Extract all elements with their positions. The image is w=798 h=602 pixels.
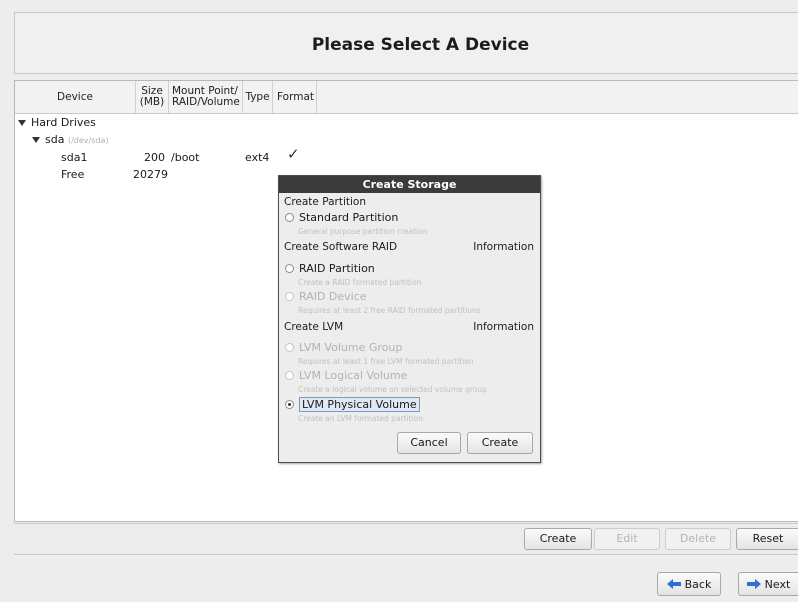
radio-raid-device: RAID Device (285, 289, 367, 303)
edit-button: Edit (594, 528, 660, 550)
column-device[interactable]: Device (15, 81, 136, 113)
table-row[interactable]: sda1 200 /boot ext4 ✓ (15, 146, 315, 166)
delete-button: Delete (665, 528, 731, 550)
radio-circle-icon[interactable] (285, 212, 294, 222)
cancel-button[interactable]: Cancel (397, 432, 461, 454)
radio-label: LVM Physical Volume (299, 396, 420, 412)
radio-label: Standard Partition (299, 210, 399, 224)
raid-information-link[interactable]: Information (473, 241, 534, 253)
expander-icon[interactable] (18, 120, 26, 126)
column-mount[interactable]: Mount Point/RAID/Volume (169, 81, 243, 113)
column-type[interactable]: Type (243, 81, 273, 113)
hint-text: General purpose partition creation (298, 227, 428, 236)
device-actions-bar: Create Edit Delete Reset (14, 523, 798, 555)
disk-path: (/dev/sda) (67, 136, 109, 145)
next-label: Next (764, 577, 791, 591)
page-header: Please Select A Device (14, 12, 798, 74)
disk-name: sda (45, 133, 65, 146)
hint-text: Requires at least 1 free LVM formated pa… (298, 357, 474, 366)
column-device-label: Device (57, 90, 93, 103)
dialog-create-button[interactable]: Create (467, 432, 533, 454)
page-title: Please Select A Device (311, 35, 530, 55)
radio-lvm-volume-group: LVM Volume Group (285, 340, 402, 354)
hint-text: Create an LVM formated partition (298, 414, 423, 423)
hard-drives-label: Hard Drives (31, 116, 96, 129)
table-row[interactable]: Free 20279 (15, 167, 315, 183)
hint-text: Create a RAID formated partition (298, 278, 422, 287)
back-label: Back (684, 577, 712, 591)
radio-raid-partition[interactable]: RAID Partition (285, 261, 375, 275)
next-button[interactable]: Next (738, 572, 798, 596)
format-check-icon: ✓ (287, 145, 300, 163)
section-create-raid: Create Software RAID (284, 241, 398, 253)
column-type-label: Type (245, 90, 270, 103)
radio-lvm-physical-volume[interactable]: LVM Physical Volume (285, 396, 420, 412)
column-header: Device Size (MB) Mount Point/RAID/Volume … (15, 81, 798, 114)
radio-circle-icon (285, 291, 294, 301)
radio-circle-icon (285, 370, 294, 380)
radio-lvm-logical-volume: LVM Logical Volume (285, 368, 407, 382)
column-size[interactable]: Size (MB) (136, 81, 169, 113)
row-mount: /boot (171, 151, 200, 164)
radio-label: LVM Logical Volume (299, 368, 408, 382)
section-create-lvm: Create LVM (284, 321, 344, 333)
back-button[interactable]: Back (657, 572, 721, 596)
radio-circle-icon[interactable] (285, 399, 294, 409)
create-storage-dialog: Create Storage Create Partition Standard… (278, 175, 541, 463)
radio-circle-icon (285, 342, 294, 352)
dialog-title: Create Storage (279, 176, 540, 193)
radio-standard-partition[interactable]: Standard Partition (285, 210, 398, 224)
row-type: ext4 (245, 151, 270, 164)
column-mount-label2: RAID/Volume (172, 96, 240, 108)
create-button[interactable]: Create (524, 528, 592, 550)
radio-circle-icon[interactable] (285, 263, 294, 273)
radio-label: RAID Partition (299, 261, 375, 275)
tree-item-disk[interactable]: sda (/dev/sda) (32, 132, 108, 148)
expander-icon[interactable] (32, 137, 40, 143)
radio-label: RAID Device (299, 289, 367, 303)
lvm-information-link[interactable]: Information (473, 321, 534, 333)
column-format[interactable]: Format (273, 81, 317, 113)
row-device: sda1 (61, 151, 88, 164)
row-device: Free (61, 168, 85, 181)
hint-text: Requires at least 2 free RAID formated p… (298, 306, 481, 315)
section-create-partition: Create Partition (284, 196, 366, 208)
column-size-unit: (MB) (139, 96, 165, 108)
row-size: 200 (144, 151, 165, 164)
hint-text: Create a logical volume on selected volu… (298, 385, 487, 394)
reset-button[interactable]: Reset (736, 528, 798, 550)
radio-label: LVM Volume Group (299, 340, 403, 354)
row-size: 20279 (133, 168, 168, 181)
column-format-label: Format (277, 90, 315, 103)
next-arrow-icon (746, 579, 761, 589)
tree-item-hard-drives[interactable]: Hard Drives (18, 115, 96, 131)
back-arrow-icon (666, 579, 681, 589)
